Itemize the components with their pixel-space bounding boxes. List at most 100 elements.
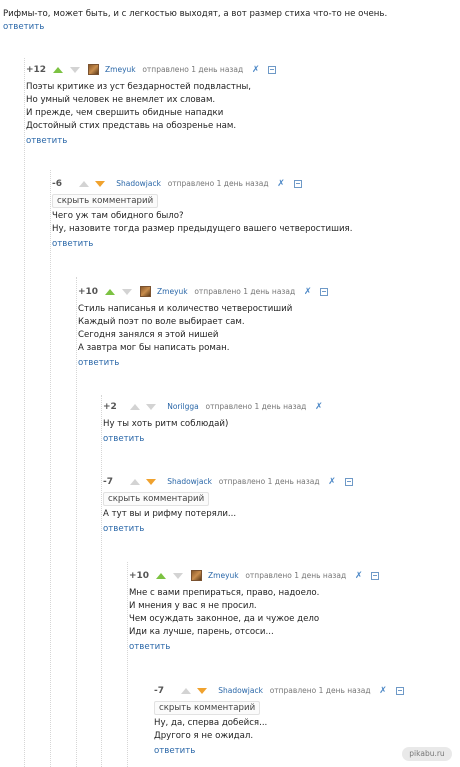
comment-body: А тут вы и рифму потеряли...: [103, 508, 460, 521]
reply-link[interactable]: ответить: [52, 239, 93, 249]
comment-line: Иди ка лучше, парень, отсоси...: [129, 627, 274, 637]
comment: +10 Zmeyuk отправлено 1 день назад ✗ Сти…: [78, 285, 460, 369]
vote-down-icon[interactable]: [197, 687, 208, 694]
collapse-icon[interactable]: [395, 686, 404, 695]
timestamp: отправлено 1 день назад: [269, 686, 371, 695]
username[interactable]: Norilgga: [167, 402, 199, 411]
timestamp: отправлено 1 день назад: [218, 477, 320, 486]
comment-line: И прежде, чем свершить обидные нападки: [26, 108, 224, 118]
vote-up-icon[interactable]: [129, 403, 140, 410]
collapse-icon[interactable]: [293, 179, 302, 188]
username[interactable]: Zmeyuk: [105, 65, 136, 74]
comment-line: Чего уж там обидного было?: [52, 211, 184, 221]
vote-up-icon[interactable]: [129, 478, 140, 485]
comment: +12 Zmeyuk отправлено 1 день назад ✗ Поэ…: [26, 63, 460, 147]
vote-down-icon[interactable]: [172, 572, 183, 579]
vote-up-icon[interactable]: [52, 66, 63, 73]
comment-body: Ну, да, сперва добейся... Другого я не о…: [154, 717, 460, 743]
comment-line: Достойный стих представь на обозренье на…: [26, 121, 237, 131]
thread-line: [50, 170, 51, 767]
thread-line: [24, 58, 25, 767]
vote-down-icon[interactable]: [69, 66, 80, 73]
reply-link[interactable]: ответить: [129, 642, 170, 652]
rating: +10: [78, 287, 99, 297]
link-icon[interactable]: ✗: [379, 684, 387, 698]
comment-header: -7 Shadowjack отправлено 1 день назад ✗: [103, 475, 460, 489]
comment-header: +10 Zmeyuk отправлено 1 день назад ✗: [78, 285, 460, 299]
comment-header: +12 Zmeyuk отправлено 1 день назад ✗: [26, 63, 460, 77]
reply-link[interactable]: ответить: [3, 22, 44, 32]
comment: -7 Shadowjack отправлено 1 день назад ✗ …: [103, 475, 460, 535]
hide-comment-button[interactable]: скрыть комментарий: [52, 194, 159, 208]
comment-line: А тут вы и рифму потеряли...: [103, 509, 237, 519]
comment-line: Поэты критике из уст бездарностей подвла…: [26, 82, 251, 92]
username[interactable]: Zmeyuk: [208, 571, 239, 580]
watermark: pikabu.ru: [402, 747, 452, 761]
comment-line: Но умный человек не внемлет их словам.: [26, 95, 216, 105]
link-icon[interactable]: ✗: [304, 285, 312, 299]
hide-comment-button[interactable]: скрыть комментарий: [103, 492, 210, 506]
comment-line: Ну ты хоть ритм соблюдай): [103, 419, 229, 429]
comment-line: Другого я не ожидал.: [154, 731, 254, 741]
link-icon[interactable]: ✗: [252, 63, 260, 77]
timestamp: отправлено 1 день назад: [167, 179, 269, 188]
avatar: [140, 286, 152, 297]
thread-line: [76, 277, 77, 767]
collapse-icon[interactable]: [371, 571, 380, 580]
comment-body: Чего уж там обидного было? Ну, назовите …: [52, 210, 460, 236]
rating: -6: [52, 179, 62, 189]
collapse-icon[interactable]: [344, 477, 353, 486]
reply-link[interactable]: ответить: [154, 746, 195, 756]
thread-line: [127, 562, 128, 767]
thread-line: [101, 395, 102, 767]
username[interactable]: Shadowjack: [167, 477, 212, 486]
comment-body: Ну ты хоть ритм соблюдай): [103, 418, 460, 431]
vote-up-icon[interactable]: [78, 180, 89, 187]
comment: +10 Zmeyuk отправлено 1 день назад ✗ Мне…: [129, 569, 460, 653]
comment-line: Ну, да, сперва добейся...: [154, 718, 268, 728]
comment-header: +10 Zmeyuk отправлено 1 день назад ✗: [129, 569, 460, 583]
username[interactable]: Shadowjack: [218, 686, 263, 695]
hide-comment-button[interactable]: скрыть комментарий: [154, 701, 261, 715]
comment-line: Мне с вами препираться, право, надоело.: [129, 588, 320, 598]
comment-header: -6 Shadowjack отправлено 1 день назад ✗: [52, 177, 460, 191]
reply-link[interactable]: ответить: [103, 524, 144, 534]
comment-body: Стиль написанья и количество четверостиш…: [78, 303, 460, 355]
rating: +12: [26, 65, 47, 75]
comment-line: Сегодня занялся я этой нишей: [78, 330, 219, 340]
reply-link[interactable]: ответить: [26, 136, 67, 146]
link-icon[interactable]: ✗: [315, 400, 323, 414]
vote-down-icon[interactable]: [95, 180, 106, 187]
vote-up-icon[interactable]: [104, 288, 115, 295]
comment-line: Ну, назовите тогда размер предыдущего ва…: [52, 224, 353, 234]
comment-line: Стиль написанья и количество четверостиш…: [78, 304, 293, 314]
vote-up-icon[interactable]: [180, 687, 191, 694]
collapse-icon[interactable]: [320, 287, 329, 296]
vote-down-icon[interactable]: [146, 403, 157, 410]
comment-body: Поэты критике из уст бездарностей подвла…: [26, 81, 460, 133]
rating: +2: [103, 402, 117, 412]
reply-link[interactable]: ответить: [78, 358, 119, 368]
avatar: [191, 570, 203, 581]
comment-line: Каждый поэт по воле выбирает сам.: [78, 317, 245, 327]
link-icon[interactable]: ✗: [328, 475, 336, 489]
vote-down-icon[interactable]: [146, 478, 157, 485]
timestamp: отправлено 1 день назад: [205, 402, 307, 411]
collapse-icon[interactable]: [268, 65, 277, 74]
username[interactable]: Zmeyuk: [157, 287, 188, 296]
timestamp: отправлено 1 день назад: [142, 65, 244, 74]
rating: -7: [103, 477, 113, 487]
parent-comment-text: Рифмы-то, может быть, и с легкостью выхо…: [3, 9, 388, 19]
vote-up-icon[interactable]: [155, 572, 166, 579]
link-icon[interactable]: ✗: [277, 177, 285, 191]
comment: -6 Shadowjack отправлено 1 день назад ✗ …: [52, 177, 460, 250]
comment: +2 Norilgga отправлено 1 день назад ✗ Ну…: [103, 400, 460, 445]
vote-down-icon[interactable]: [121, 288, 132, 295]
link-icon[interactable]: ✗: [355, 569, 363, 583]
comment-header: +2 Norilgga отправлено 1 день назад ✗: [103, 400, 460, 414]
reply-link[interactable]: ответить: [103, 434, 144, 444]
comment-body: Мне с вами препираться, право, надоело. …: [129, 587, 460, 639]
username[interactable]: Shadowjack: [116, 179, 161, 188]
rating: +10: [129, 571, 150, 581]
comment-line: Чем осуждать законное, да и чужое дело: [129, 614, 320, 624]
